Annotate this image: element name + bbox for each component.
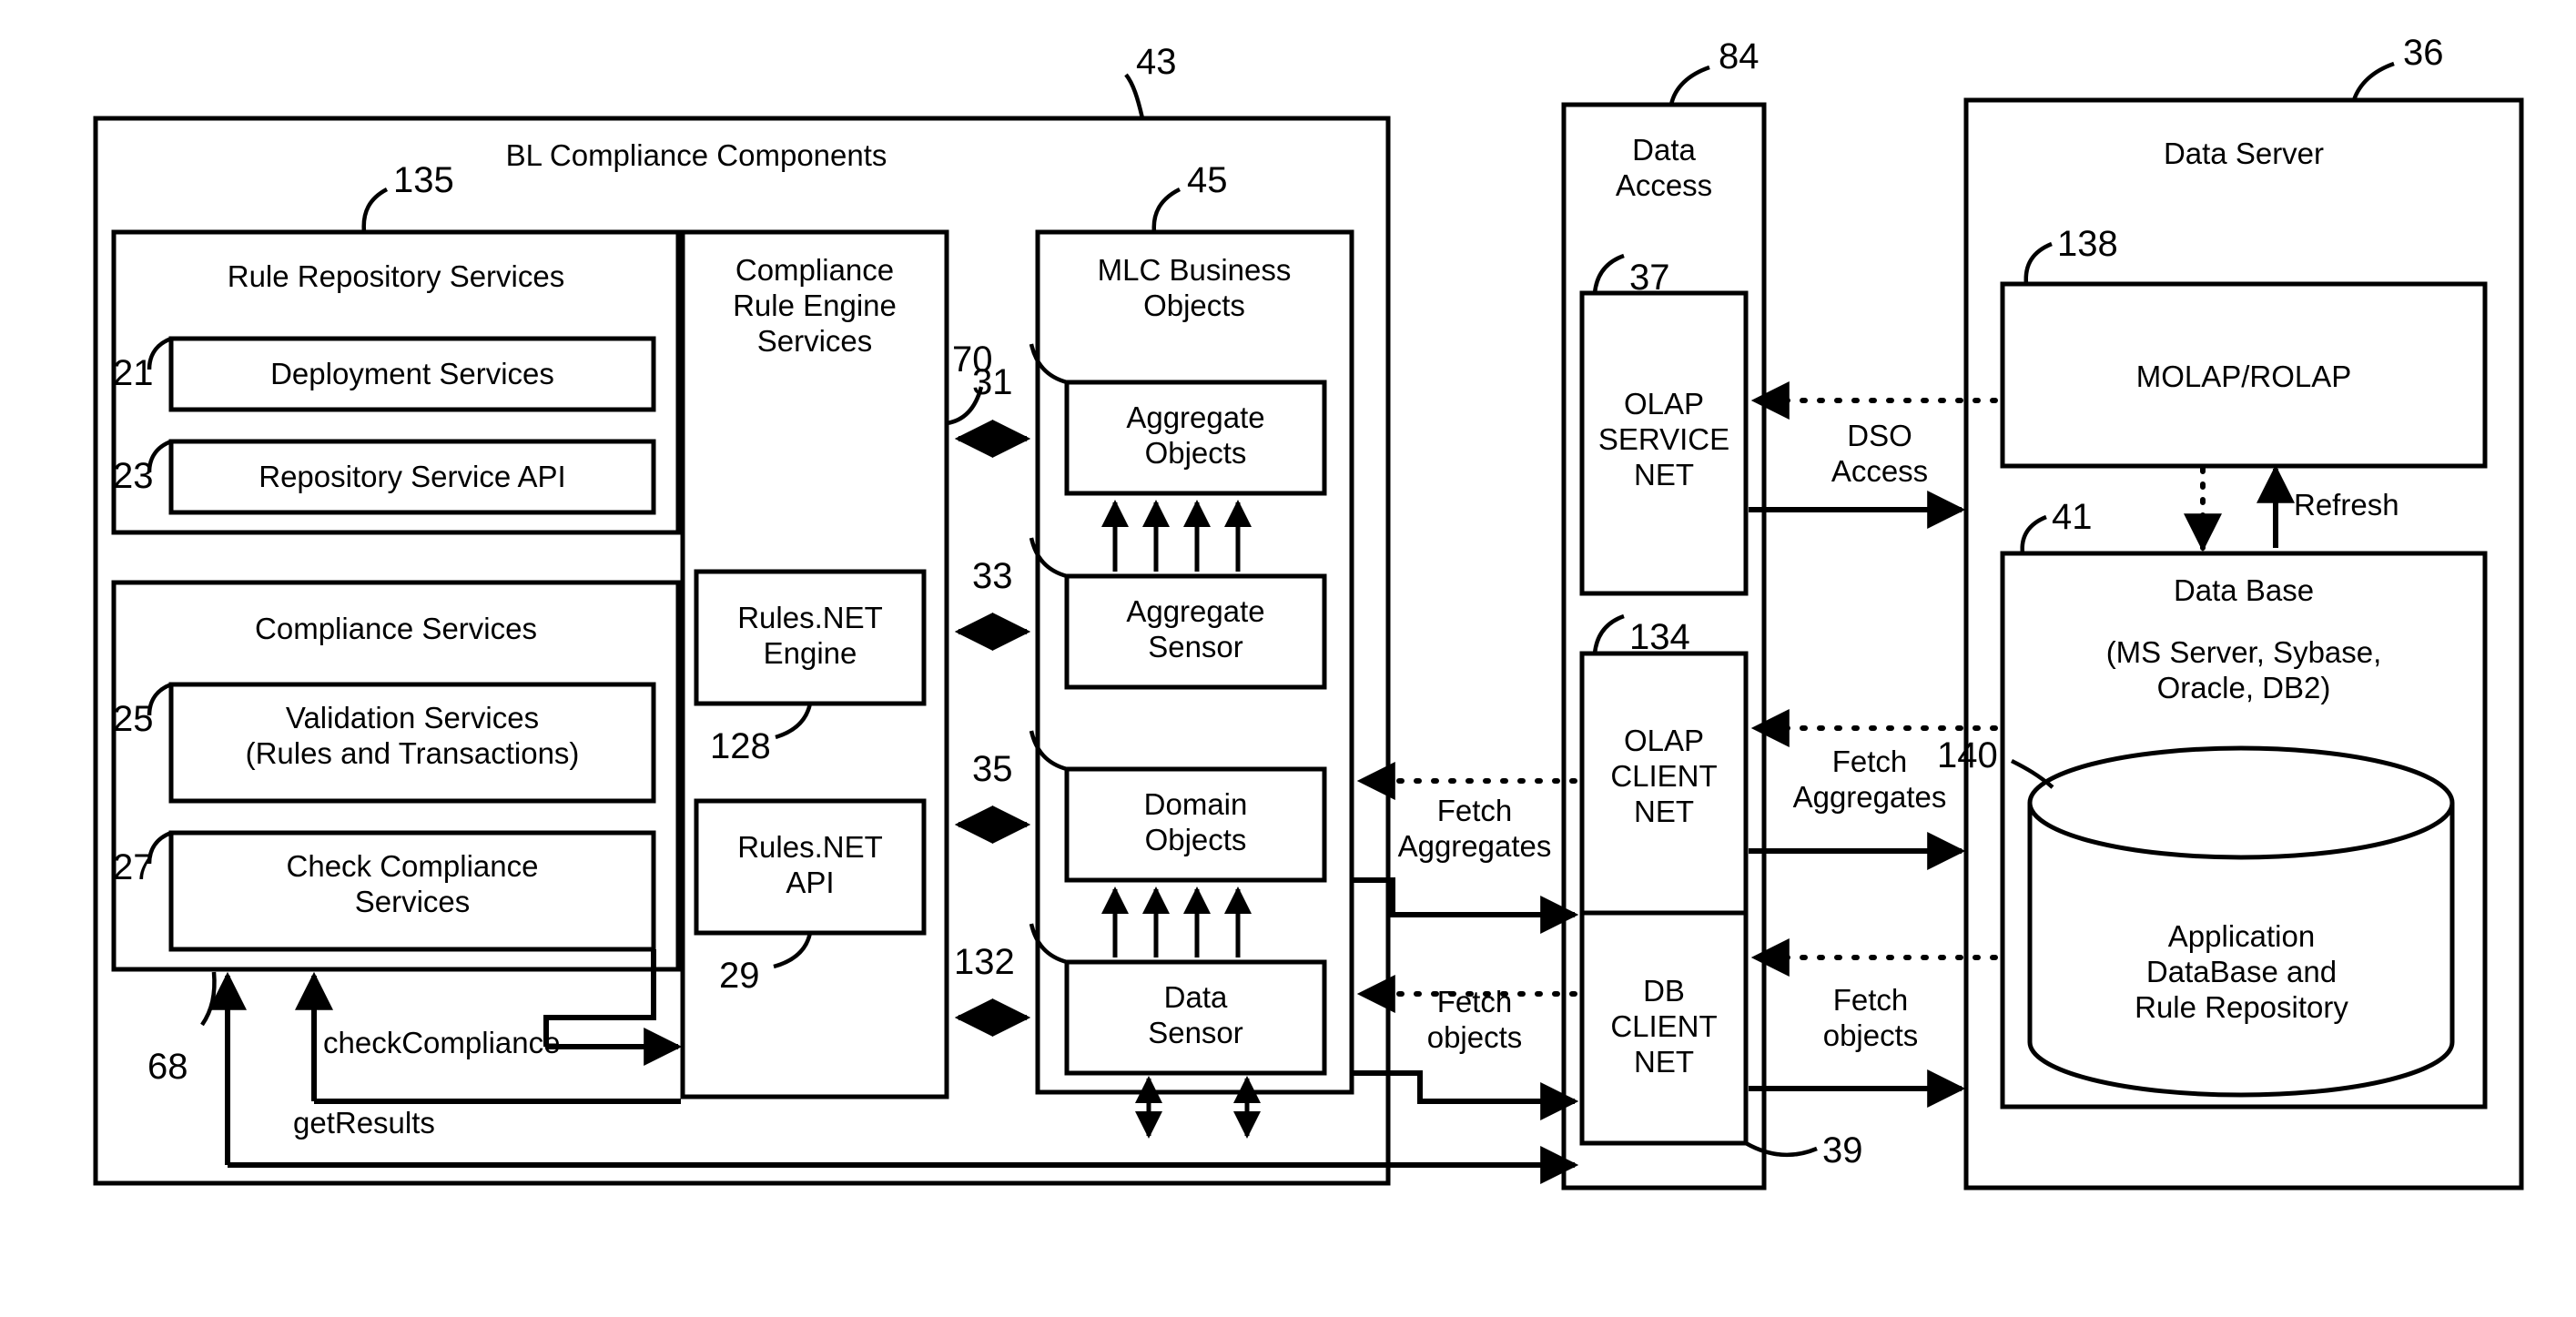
label-application-database-cylinder: Application DataBase and Rule Repository [2135, 919, 2348, 1024]
ref-132: 132 [954, 942, 1015, 982]
ref-33: 33 [972, 556, 1013, 596]
group-title-compliance-rule-engine: Compliance Rule Engine Services [733, 253, 897, 358]
group-title-mlc-business-objects: MLC Business Objects [1097, 253, 1292, 322]
label-check-compliance-services: Check Compliance Services [286, 849, 539, 918]
ref-138: 138 [2057, 224, 2118, 264]
label-db-client-net: DB CLIENT NET [1610, 974, 1718, 1079]
label-repository-service-api: Repository Service API [259, 460, 566, 493]
label-domain-objects: Domain Objects [1143, 787, 1248, 856]
ref-41: 41 [2052, 497, 2093, 537]
ref-84: 84 [1719, 36, 1760, 76]
solid-data-sensor-to-db-client [1352, 1070, 1579, 1120]
label-molap-rolap: MOLAP/ROLAP [2135, 360, 2352, 393]
ref-31: 31 [972, 362, 1013, 402]
ref-36: 36 [2403, 33, 2444, 73]
group-title-compliance-services: Compliance Services [255, 612, 537, 645]
leader-84 [1668, 65, 1710, 106]
leader-41 [2020, 514, 2047, 554]
leader-39 [1744, 1141, 1818, 1158]
label-aggregate-sensor: Aggregate Sensor [1126, 594, 1265, 664]
leader-36 [2351, 61, 2395, 101]
label-fetch-objects-right: Fetch objects [1822, 983, 1919, 1052]
leader-29 [773, 932, 813, 969]
ref-39: 39 [1822, 1130, 1863, 1170]
ref-37: 37 [1629, 258, 1670, 298]
ref-23: 23 [113, 456, 154, 496]
leader-45 [1151, 187, 1182, 233]
group-title-rule-repository-services: Rule Repository Services [227, 259, 565, 293]
patent-figure: BL Compliance Components Data Access Dat… [0, 0, 2576, 1317]
ref-29: 29 [719, 956, 760, 996]
label-fetch-objects-left: Fetch objects [1426, 985, 1523, 1054]
label-aggregate-objects: Aggregate Objects [1126, 400, 1265, 470]
leader-140 [2010, 758, 2054, 789]
ref-140: 140 [1937, 735, 1998, 775]
label-fetch-aggregates-left: Fetch Aggregates [1397, 794, 1552, 863]
ref-35: 35 [972, 749, 1013, 789]
ref-27: 27 [113, 847, 154, 887]
leader-68 [200, 971, 217, 1027]
label-deployment-services: Deployment Services [270, 357, 554, 390]
leader-134 [1592, 613, 1625, 654]
ref-21: 21 [113, 353, 154, 393]
leader-37 [1592, 253, 1625, 294]
label-refresh: Refresh [2294, 488, 2399, 522]
label-get-results-call: getResults [293, 1106, 435, 1140]
ref-134: 134 [1629, 617, 1690, 657]
ref-128: 128 [710, 726, 771, 766]
solid-domain-to-olap-client [1352, 877, 1579, 934]
panel-title-data-access: Data Access [1615, 133, 1713, 202]
leader-128 [775, 703, 813, 740]
leader-135 [361, 187, 389, 233]
label-data-base-title: Data Base [2173, 573, 2315, 607]
ref-25: 25 [113, 699, 154, 739]
label-data-base-subtitle: (MS Server, Sybase, Oracle, DB2) [2105, 635, 2382, 704]
panel-title-data-server: Data Server [2163, 137, 2325, 170]
label-olap-client-net: OLAP CLIENT NET [1610, 724, 1718, 828]
label-data-sensor: Data Sensor [1148, 980, 1243, 1049]
ref-43: 43 [1136, 42, 1177, 82]
leader-138 [2023, 241, 2053, 285]
ref-45: 45 [1187, 160, 1228, 200]
label-rules-net-engine: Rules.NET Engine [737, 601, 883, 670]
label-check-compliance-call: checkCompliance [323, 1026, 561, 1059]
ref-135: 135 [393, 160, 454, 200]
label-validation-services: Validation Services (Rules and Transacti… [245, 701, 580, 770]
ref-68: 68 [147, 1047, 188, 1087]
label-rules-net-api: Rules.NET API [737, 830, 883, 899]
label-olap-service-net: OLAP SERVICE NET [1597, 387, 1730, 491]
label-dso-access: DSO Access [1831, 419, 1929, 488]
